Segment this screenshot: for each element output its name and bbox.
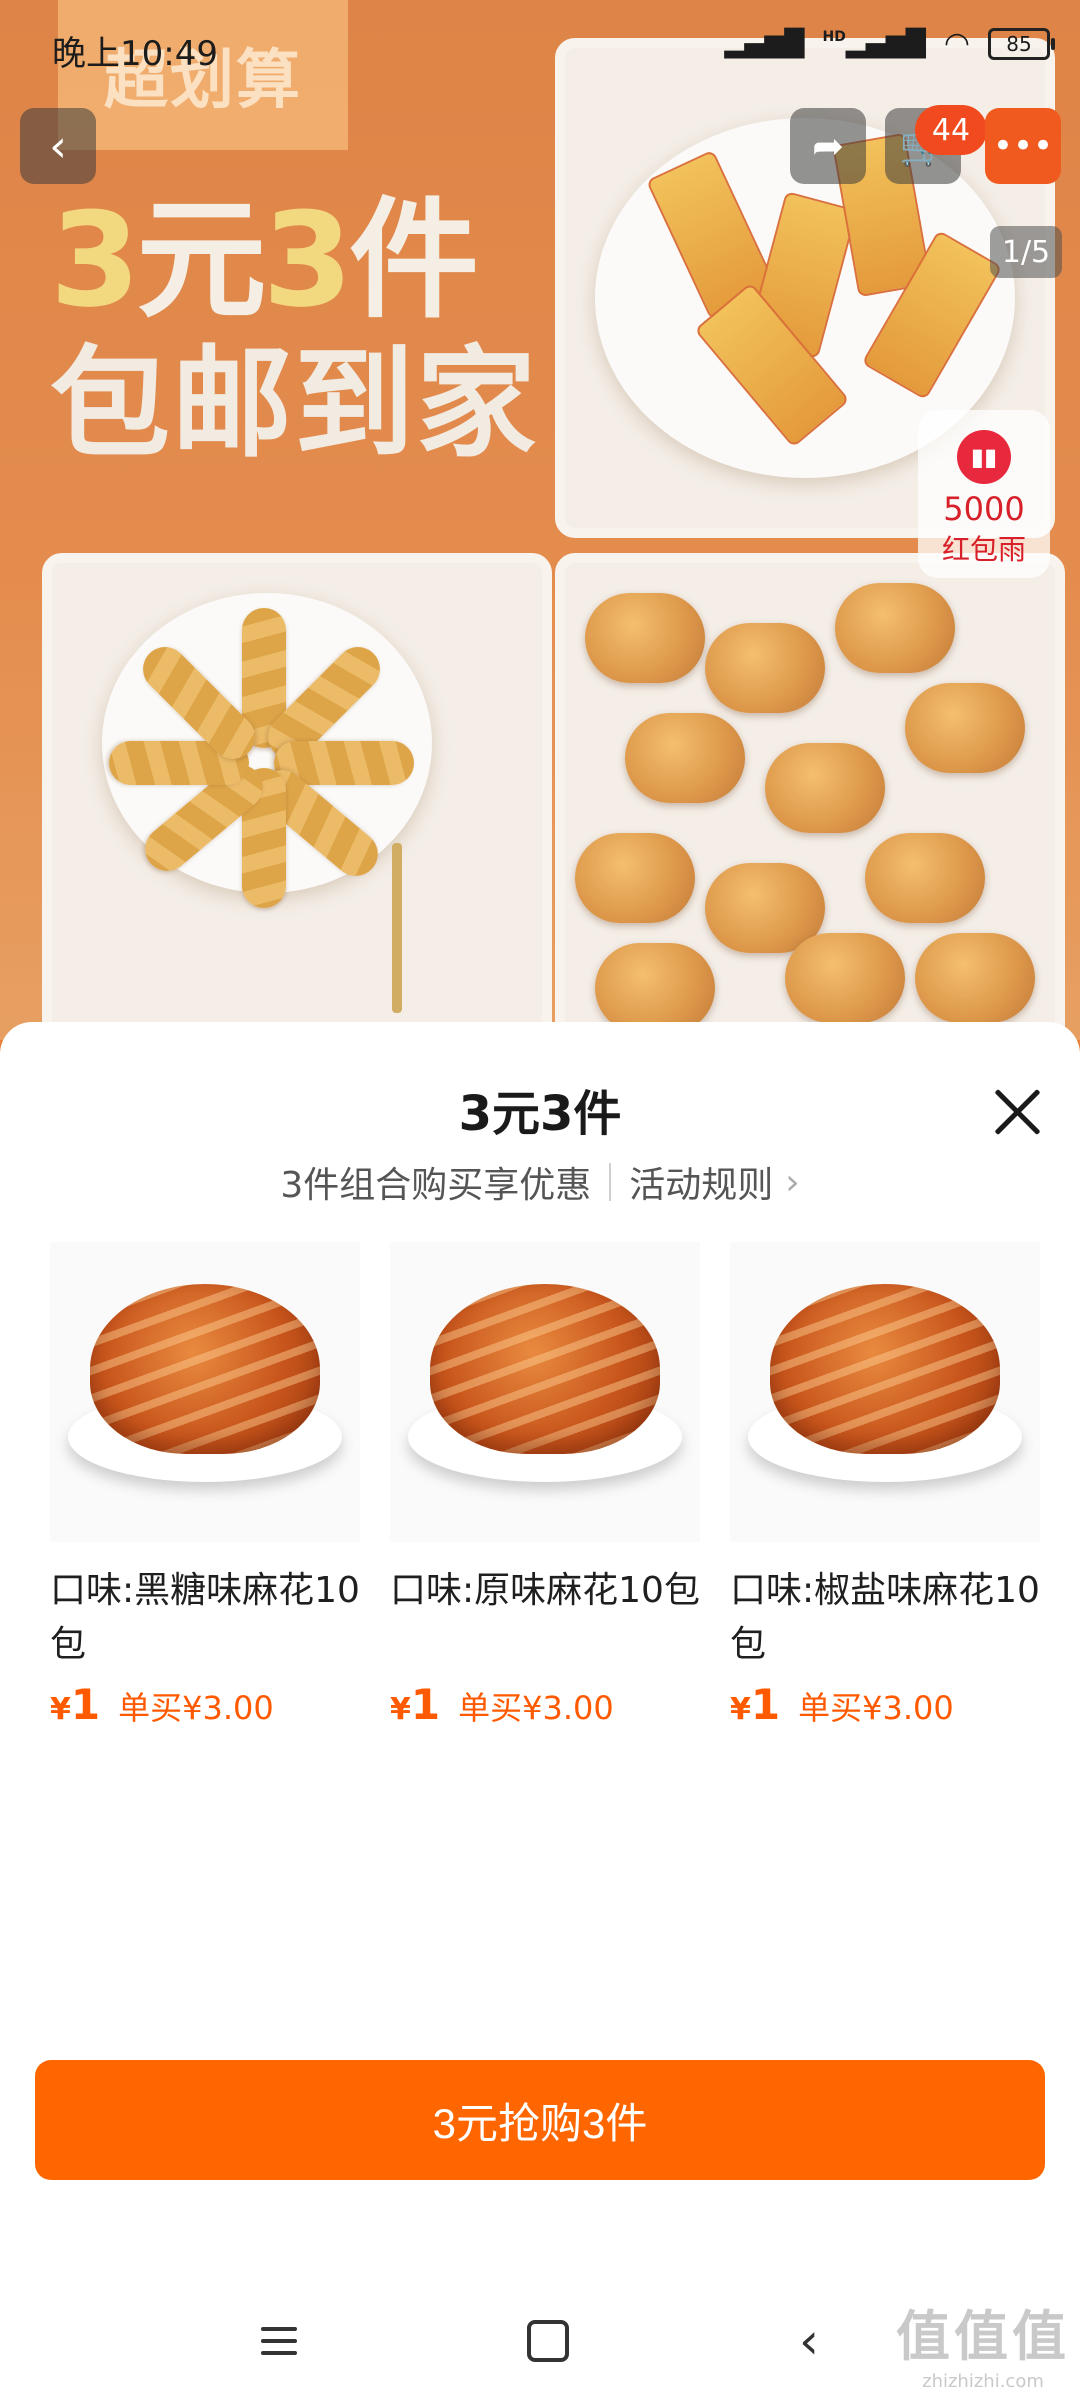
back-icon[interactable]: ‹ [799,2316,819,2366]
currency-symbol: ¥ [390,1692,411,1727]
status-bar: 晚上10:49 ▂▄▆█ HD▂▄▆█ ◠ 85 [0,0,1080,90]
watermark: 值值值 zhizhizhi.com [896,2292,1070,2392]
bundle-bottom-sheet: 3元3件 3件组合购买享优惠 活动规则 › 口味:黑糖味麻花10包 ¥ 1 单买… [0,1022,1080,2400]
chart-icon: ▮▮ [957,430,1011,484]
product-list: 口味:黑糖味麻花10包 ¥ 1 单买¥3.00 口味:原味麻花10包 ¥ 1 单… [50,1242,1050,1729]
product-card[interactable]: 口味:黑糖味麻花10包 ¥ 1 单买¥3.00 [50,1242,360,1729]
back-button[interactable]: ‹ [20,108,96,184]
watermark-logo: 值值值 [896,2305,1070,2368]
battery-icon: 85 [988,27,1055,60]
home-icon[interactable] [527,2320,569,2362]
hd-signal-icon: HD▂▄▆█ [822,28,926,59]
product-name: 口味:黑糖味麻花10包 [50,1570,360,1665]
product-image[interactable] [730,1242,1040,1542]
single-price: 单买¥3.00 [458,1689,614,1727]
activity-rules-link[interactable]: 活动规则 › [629,1156,799,1208]
product-price-row: ¥ 1 单买¥3.00 [390,1680,700,1729]
image-counter: 1/5 [990,226,1062,278]
currency-symbol: ¥ [730,1692,751,1727]
close-icon[interactable] [988,1082,1048,1142]
more-button[interactable]: ••• [985,108,1061,184]
buy-bundle-button[interactable]: 3元抢购3件 [35,2060,1045,2180]
bundle-price: 1 [70,1680,101,1729]
signal-icon: ▂▄▆█ [724,28,805,59]
bundle-price: 1 [750,1680,781,1729]
divider [609,1163,612,1201]
product-name: 口味:椒盐味麻花10包 [730,1570,1040,1665]
product-image[interactable] [390,1242,700,1542]
status-time: 晚上10:49 [52,34,218,74]
sheet-subtitle: 3件组合购买享优惠 [280,1165,592,1206]
single-price: 单买¥3.00 [118,1689,274,1727]
red-packet-label: 红包雨 [941,533,1026,566]
menu-icon[interactable] [261,2327,297,2355]
product-image[interactable] [50,1242,360,1542]
single-price: 单买¥3.00 [798,1689,954,1727]
sheet-subtitle-row: 3件组合购买享优惠 活动规则 › [0,1156,1080,1208]
watermark-url: zhizhizhi.com [922,2371,1044,2392]
product-price-row: ¥ 1 单买¥3.00 [730,1680,1040,1729]
red-packet-amount: 5000 [943,490,1025,528]
share-icon: ➦ [812,124,844,168]
share-button[interactable]: ➦ [790,108,866,184]
activity-rules-label: 活动规则 [629,1165,774,1206]
cart-count-badge: 44 [915,105,987,155]
red-packet-widget[interactable]: ▮▮ 5000 红包雨 [918,410,1050,578]
chevron-left-icon: ‹ [49,120,67,172]
product-price-row: ¥ 1 单买¥3.00 [50,1680,360,1729]
product-card[interactable]: 口味:原味麻花10包 ¥ 1 单买¥3.00 [390,1242,700,1729]
wifi-icon: ◠ [943,26,970,61]
sheet-title: 3元3件 [458,1086,622,1142]
product-card[interactable]: 口味:椒盐味麻花10包 ¥ 1 单买¥3.00 [730,1242,1040,1729]
currency-symbol: ¥ [50,1692,71,1727]
chevron-right-icon: › [785,1161,800,1203]
bundle-price: 1 [410,1680,441,1729]
more-icon: ••• [992,126,1054,166]
product-name: 口味:原味麻花10包 [390,1570,700,1611]
